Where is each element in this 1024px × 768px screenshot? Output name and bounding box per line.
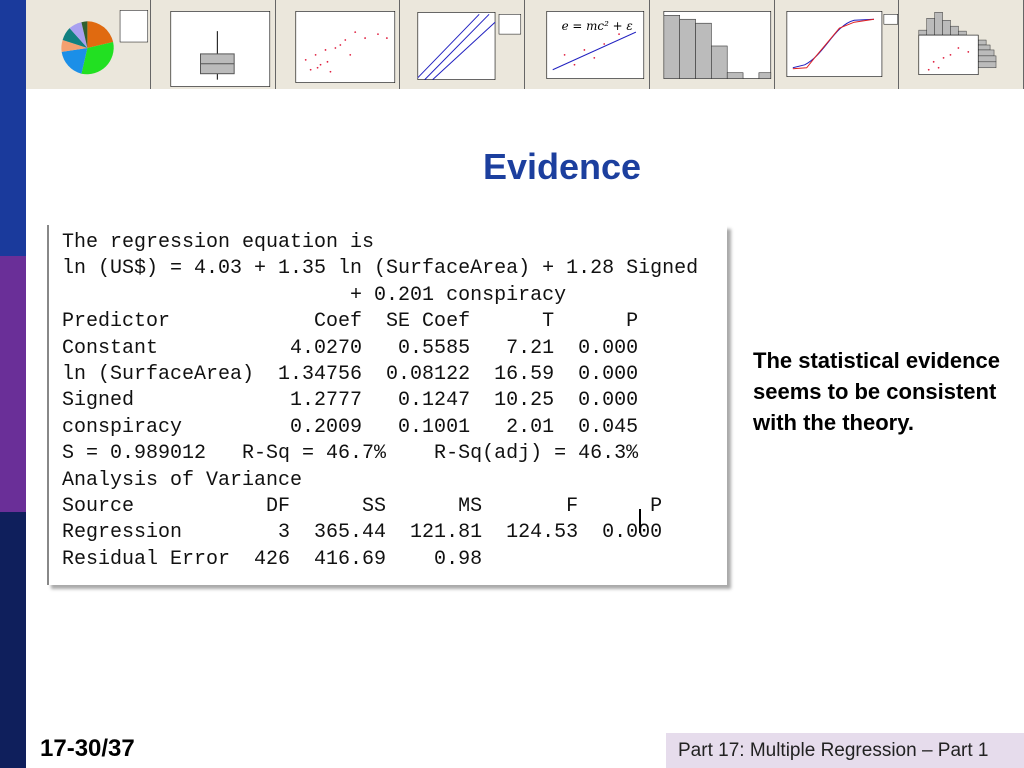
output-line: Regression 3 365.44 121.81 124.53 0.000 xyxy=(62,521,663,545)
boxplot-thumbnail xyxy=(151,0,276,89)
accent-bar-bottom xyxy=(0,512,26,768)
marginal-plot-thumbnail xyxy=(899,0,1024,89)
output-line: ln (US$) = 4.03 + 1.35 ln (SurfaceArea) … xyxy=(62,257,699,281)
output-line: Predictor Coef SE Coef T P xyxy=(62,310,639,334)
output-line: conspiracy 0.2009 0.1001 2.01 0.045 xyxy=(62,415,639,439)
scatter-with-fit-thumbnail: e = mc² + ε xyxy=(525,0,650,89)
slide-title: Evidence xyxy=(482,146,642,187)
output-line: Analysis of Variance xyxy=(62,468,303,492)
regression-output-panel: The regression equation is ln (US$) = 4.0… xyxy=(47,225,727,585)
footer-label: Part 17: Multiple Regression – Part 1 xyxy=(666,733,1024,768)
output-line: S = 0.989012 R-Sq = 46.7% R-Sq(adj) = 46… xyxy=(62,442,639,466)
accent-bar-middle xyxy=(0,256,26,512)
output-line: Signed 1.2777 0.1247 10.25 0.000 xyxy=(62,389,639,413)
output-line: + 0.201 conspiracy xyxy=(62,283,567,307)
accent-bar-top xyxy=(0,0,26,256)
probability-plot-thumbnail xyxy=(400,0,525,89)
empirical-cdf-thumbnail xyxy=(775,0,900,89)
pie-chart-thumbnail xyxy=(26,0,151,89)
histogram-thumbnail xyxy=(650,0,775,89)
scatterplot-thumbnail xyxy=(276,0,401,89)
equation-label: e = mc² + ε xyxy=(562,19,633,33)
output-line: The regression equation is xyxy=(62,231,375,254)
text-cursor xyxy=(639,509,641,533)
output-line: Residual Error 426 416.69 0.98 xyxy=(62,547,483,571)
conclusion-text: The statistical evidence seems to be con… xyxy=(753,348,1000,435)
slide-number: 17-30/37 xyxy=(40,735,135,762)
chart-thumbnail-strip: e = mc² + ε xyxy=(26,0,1024,89)
output-line: Constant 4.0270 0.5585 7.21 0.000 xyxy=(62,336,639,360)
output-line: Source DF SS MS F P xyxy=(62,494,663,518)
output-line: ln (SurfaceArea) 1.34756 0.08122 16.59 0… xyxy=(62,362,639,386)
